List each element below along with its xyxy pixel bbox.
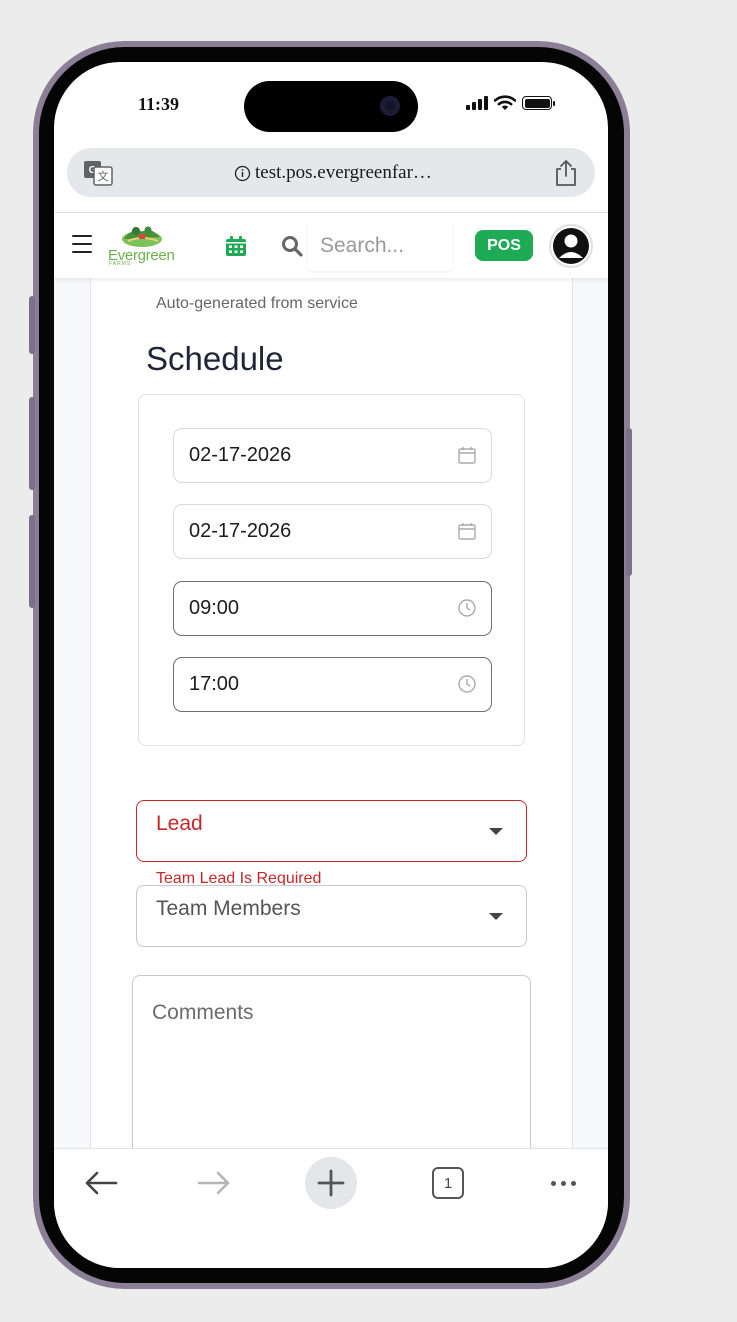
end-time-value: 17:00 bbox=[189, 673, 240, 695]
back-arrow-icon bbox=[85, 1171, 118, 1195]
more-icon bbox=[550, 1180, 576, 1186]
start-date-value: 02-17-2026 bbox=[189, 444, 292, 466]
team-members-select[interactable]: Team Members bbox=[136, 885, 527, 947]
pos-button[interactable]: POS bbox=[475, 230, 533, 261]
share-icon[interactable] bbox=[553, 159, 579, 187]
calendar-icon[interactable] bbox=[225, 235, 247, 257]
start-date-field[interactable]: 02-17-2026 bbox=[173, 428, 492, 483]
evergreen-logo[interactable]: Evergreen FARMS bbox=[106, 223, 178, 269]
address-bar[interactable]: G 文 test.pos.evergreenfar… bbox=[67, 148, 595, 197]
search-icon[interactable] bbox=[280, 234, 304, 258]
info-icon bbox=[234, 165, 251, 182]
status-icons bbox=[466, 95, 555, 111]
volume-up-button bbox=[29, 397, 35, 490]
lead-select[interactable]: Lead bbox=[136, 800, 527, 862]
end-date-value: 02-17-2026 bbox=[189, 520, 292, 542]
translate-icon[interactable]: G 文 bbox=[83, 160, 113, 186]
tab-count: 1 bbox=[432, 1167, 464, 1199]
chevron-down-icon[interactable] bbox=[489, 913, 503, 920]
page-content: Auto-generated from service Schedule 02-… bbox=[54, 278, 608, 1148]
lead-label: Lead bbox=[156, 812, 203, 835]
svg-text:文: 文 bbox=[98, 169, 109, 183]
phone-screen: 11:39 G 文 test.pos.evergreenfar… Evergre… bbox=[54, 62, 608, 1268]
logo-subtext: FARMS bbox=[109, 261, 132, 267]
schedule-title: Schedule bbox=[146, 340, 284, 377]
end-time-field[interactable]: 17:00 bbox=[173, 657, 492, 712]
app-header: Evergreen FARMS POS bbox=[54, 212, 608, 278]
clock-icon[interactable] bbox=[457, 598, 477, 618]
schedule-box: 02-17-2026 02-17-2026 09:00 17:00 bbox=[138, 394, 525, 746]
start-time-field[interactable]: 09:00 bbox=[173, 581, 492, 636]
comments-field[interactable] bbox=[132, 975, 531, 1148]
browser-toolbar: 1 bbox=[54, 1148, 608, 1268]
tabs-button[interactable]: 1 bbox=[422, 1157, 474, 1209]
start-time-value: 09:00 bbox=[189, 597, 240, 619]
cellular-signal-icon bbox=[466, 96, 488, 110]
volume-down-button bbox=[29, 515, 35, 608]
team-members-label: Team Members bbox=[156, 897, 301, 920]
back-button[interactable] bbox=[75, 1157, 127, 1209]
url-text[interactable]: test.pos.evergreenfar… bbox=[255, 162, 432, 184]
date-icon[interactable] bbox=[457, 521, 477, 541]
end-date-field[interactable]: 02-17-2026 bbox=[173, 504, 492, 559]
power-button bbox=[626, 428, 632, 576]
search-input[interactable] bbox=[308, 221, 452, 271]
status-time: 11:39 bbox=[138, 94, 180, 114]
clock-icon[interactable] bbox=[457, 674, 477, 694]
new-tab-button[interactable] bbox=[305, 1157, 357, 1209]
chevron-down-icon[interactable] bbox=[489, 828, 503, 835]
wifi-icon bbox=[494, 95, 516, 110]
forward-arrow-icon bbox=[197, 1171, 230, 1195]
avatar[interactable] bbox=[549, 224, 593, 268]
date-icon[interactable] bbox=[457, 445, 477, 465]
camera-icon bbox=[380, 96, 400, 116]
dynamic-island bbox=[244, 81, 418, 132]
action-button bbox=[29, 296, 35, 354]
avatar-icon bbox=[553, 228, 589, 264]
menu-icon[interactable] bbox=[72, 235, 92, 253]
plus-icon bbox=[317, 1169, 345, 1197]
helper-text: Auto-generated from service bbox=[156, 295, 358, 312]
battery-icon bbox=[522, 96, 555, 110]
more-button[interactable] bbox=[537, 1157, 589, 1209]
forward-button[interactable] bbox=[188, 1157, 240, 1209]
